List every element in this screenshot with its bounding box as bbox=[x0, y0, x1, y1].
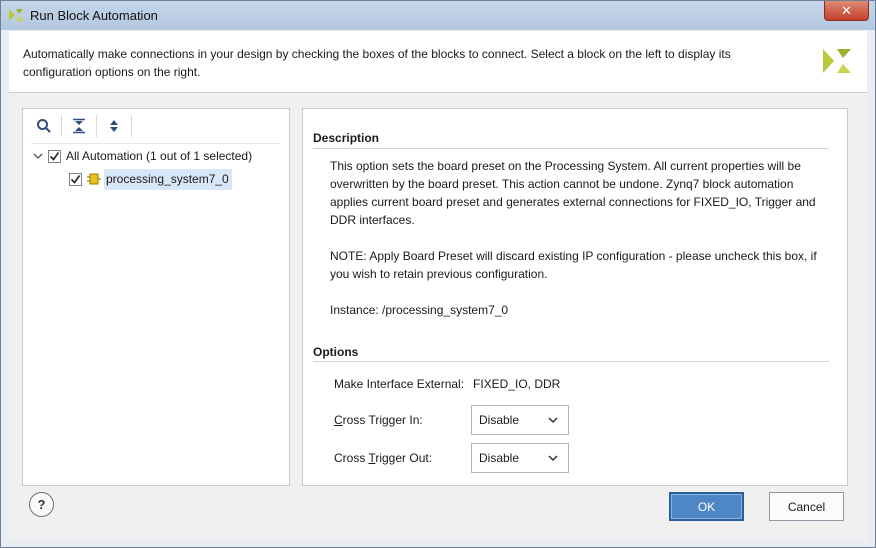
ok-button[interactable]: OK bbox=[669, 492, 744, 521]
title-bar[interactable]: Run Block Automation ✕ bbox=[1, 1, 875, 30]
expand-all-icon bbox=[110, 120, 118, 132]
header-description: Automatically make connections in your d… bbox=[23, 47, 731, 79]
ip-block-icon bbox=[87, 173, 101, 185]
cross-trigger-in-select[interactable]: Disable bbox=[471, 405, 569, 435]
window-title: Run Block Automation bbox=[30, 8, 158, 23]
configuration-panel: Description This option sets the board p… bbox=[302, 108, 848, 486]
tree-item-label: processing_system7_0 bbox=[104, 168, 232, 190]
section-divider bbox=[313, 148, 829, 149]
options-heading: Options bbox=[313, 345, 359, 359]
all-automation-checkbox[interactable] bbox=[48, 149, 61, 163]
chevron-down-icon bbox=[548, 455, 558, 462]
cross-trigger-out-value: Disable bbox=[479, 451, 520, 465]
instance-text: Instance: /processing_system7_0 bbox=[330, 303, 509, 317]
cross-trigger-in-label: Cross Trigger In: bbox=[334, 413, 423, 427]
tree-item-processing-system[interactable]: processing_system7_0 bbox=[69, 168, 232, 190]
chevron-down-icon[interactable] bbox=[31, 149, 45, 163]
tree-toolbar bbox=[23, 109, 289, 143]
cross-trigger-out-select[interactable]: Disable bbox=[471, 443, 569, 473]
collapse-all-button[interactable] bbox=[66, 114, 92, 138]
tree-item-all-automation[interactable]: All Automation (1 out of 1 selected) bbox=[31, 146, 252, 166]
make-external-value: FIXED_IO, DDR bbox=[473, 377, 561, 391]
checkmark-icon bbox=[49, 151, 60, 161]
toolbar-separator bbox=[131, 115, 132, 137]
cross-trigger-out-label: Cross Trigger Out: bbox=[334, 451, 433, 465]
collapse-all-icon bbox=[73, 118, 85, 134]
section-divider bbox=[313, 361, 829, 362]
cross-trigger-in-value: Disable bbox=[479, 413, 520, 427]
cancel-button[interactable]: Cancel bbox=[769, 492, 844, 521]
toolbar-separator bbox=[61, 115, 62, 137]
help-button[interactable]: ? bbox=[29, 492, 54, 517]
close-button[interactable]: ✕ bbox=[824, 1, 869, 21]
dialog-window: Run Block Automation ✕ Automatically mak… bbox=[0, 0, 876, 548]
checkmark-icon bbox=[70, 174, 81, 184]
toolbar-separator bbox=[96, 115, 97, 137]
vivado-logo-icon bbox=[823, 49, 851, 73]
description-heading: Description bbox=[313, 131, 380, 145]
processing-system-checkbox[interactable] bbox=[69, 172, 82, 186]
make-external-label: Make Interface External: bbox=[334, 377, 465, 391]
search-button[interactable] bbox=[31, 114, 57, 138]
description-text: This option sets the board preset on the… bbox=[330, 159, 816, 227]
tree-divider bbox=[31, 143, 279, 144]
search-icon bbox=[37, 119, 51, 133]
vivado-logo-icon bbox=[9, 9, 23, 21]
block-tree-panel: All Automation (1 out of 1 selected) pro… bbox=[22, 108, 290, 486]
dialog-header: Automatically make connections in your d… bbox=[9, 31, 867, 93]
note-text: NOTE: Apply Board Preset will discard ex… bbox=[330, 249, 817, 281]
tree-item-label: All Automation (1 out of 1 selected) bbox=[66, 149, 253, 163]
expand-all-button[interactable] bbox=[101, 114, 127, 138]
chevron-down-icon bbox=[548, 417, 558, 424]
